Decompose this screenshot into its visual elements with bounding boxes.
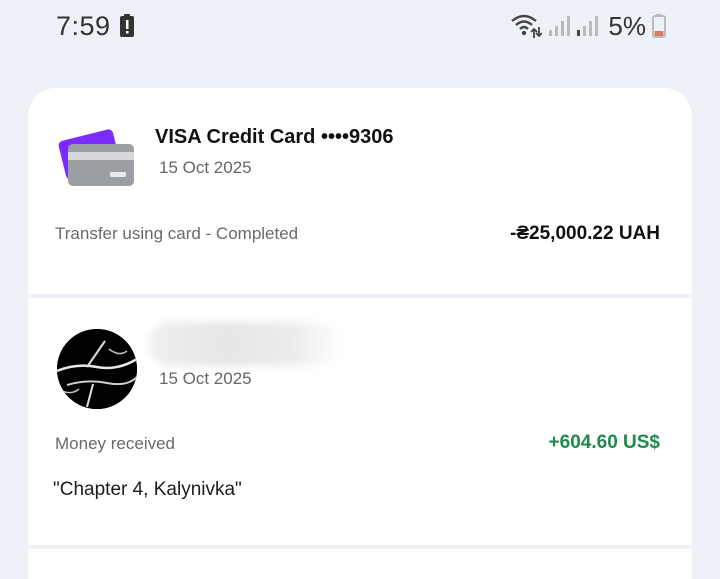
alert-icon <box>120 14 134 37</box>
transaction-description: Transfer using card - Completed <box>55 224 299 243</box>
transaction-date: 15 Oct 2025 <box>159 158 252 177</box>
credit-card-icon <box>58 129 134 186</box>
status-bar: 7:59 5% <box>0 0 720 56</box>
transaction-card-received[interactable]: 15 Oct 2025 Money received +604.60 US$ "… <box>28 298 692 545</box>
avatar-image <box>57 329 137 409</box>
transaction-amount: +604.60 US$ <box>548 432 660 453</box>
transaction-amount: -₴25,000.22 UAH <box>510 223 660 244</box>
signal-icon <box>577 16 599 36</box>
battery-low-icon <box>652 14 666 38</box>
status-time: 7:59 <box>56 11 111 41</box>
signal-icon <box>549 16 571 36</box>
wifi-icon <box>511 14 543 38</box>
transaction-card-next[interactable] <box>28 549 692 579</box>
battery-percent: 5% <box>608 10 646 41</box>
status-indicators: 5% <box>510 11 666 41</box>
transaction-description: Money received <box>55 434 176 453</box>
transaction-title: VISA Credit Card ••••9306 <box>155 126 394 148</box>
transaction-date: 15 Oct 2025 <box>159 369 252 388</box>
redacted-name <box>148 322 343 366</box>
transaction-comment: "Chapter 4, Kalynivka" <box>53 479 242 500</box>
transaction-card-visa[interactable]: VISA Credit Card ••••9306 15 Oct 2025 Tr… <box>28 88 692 294</box>
avatar <box>57 329 137 409</box>
